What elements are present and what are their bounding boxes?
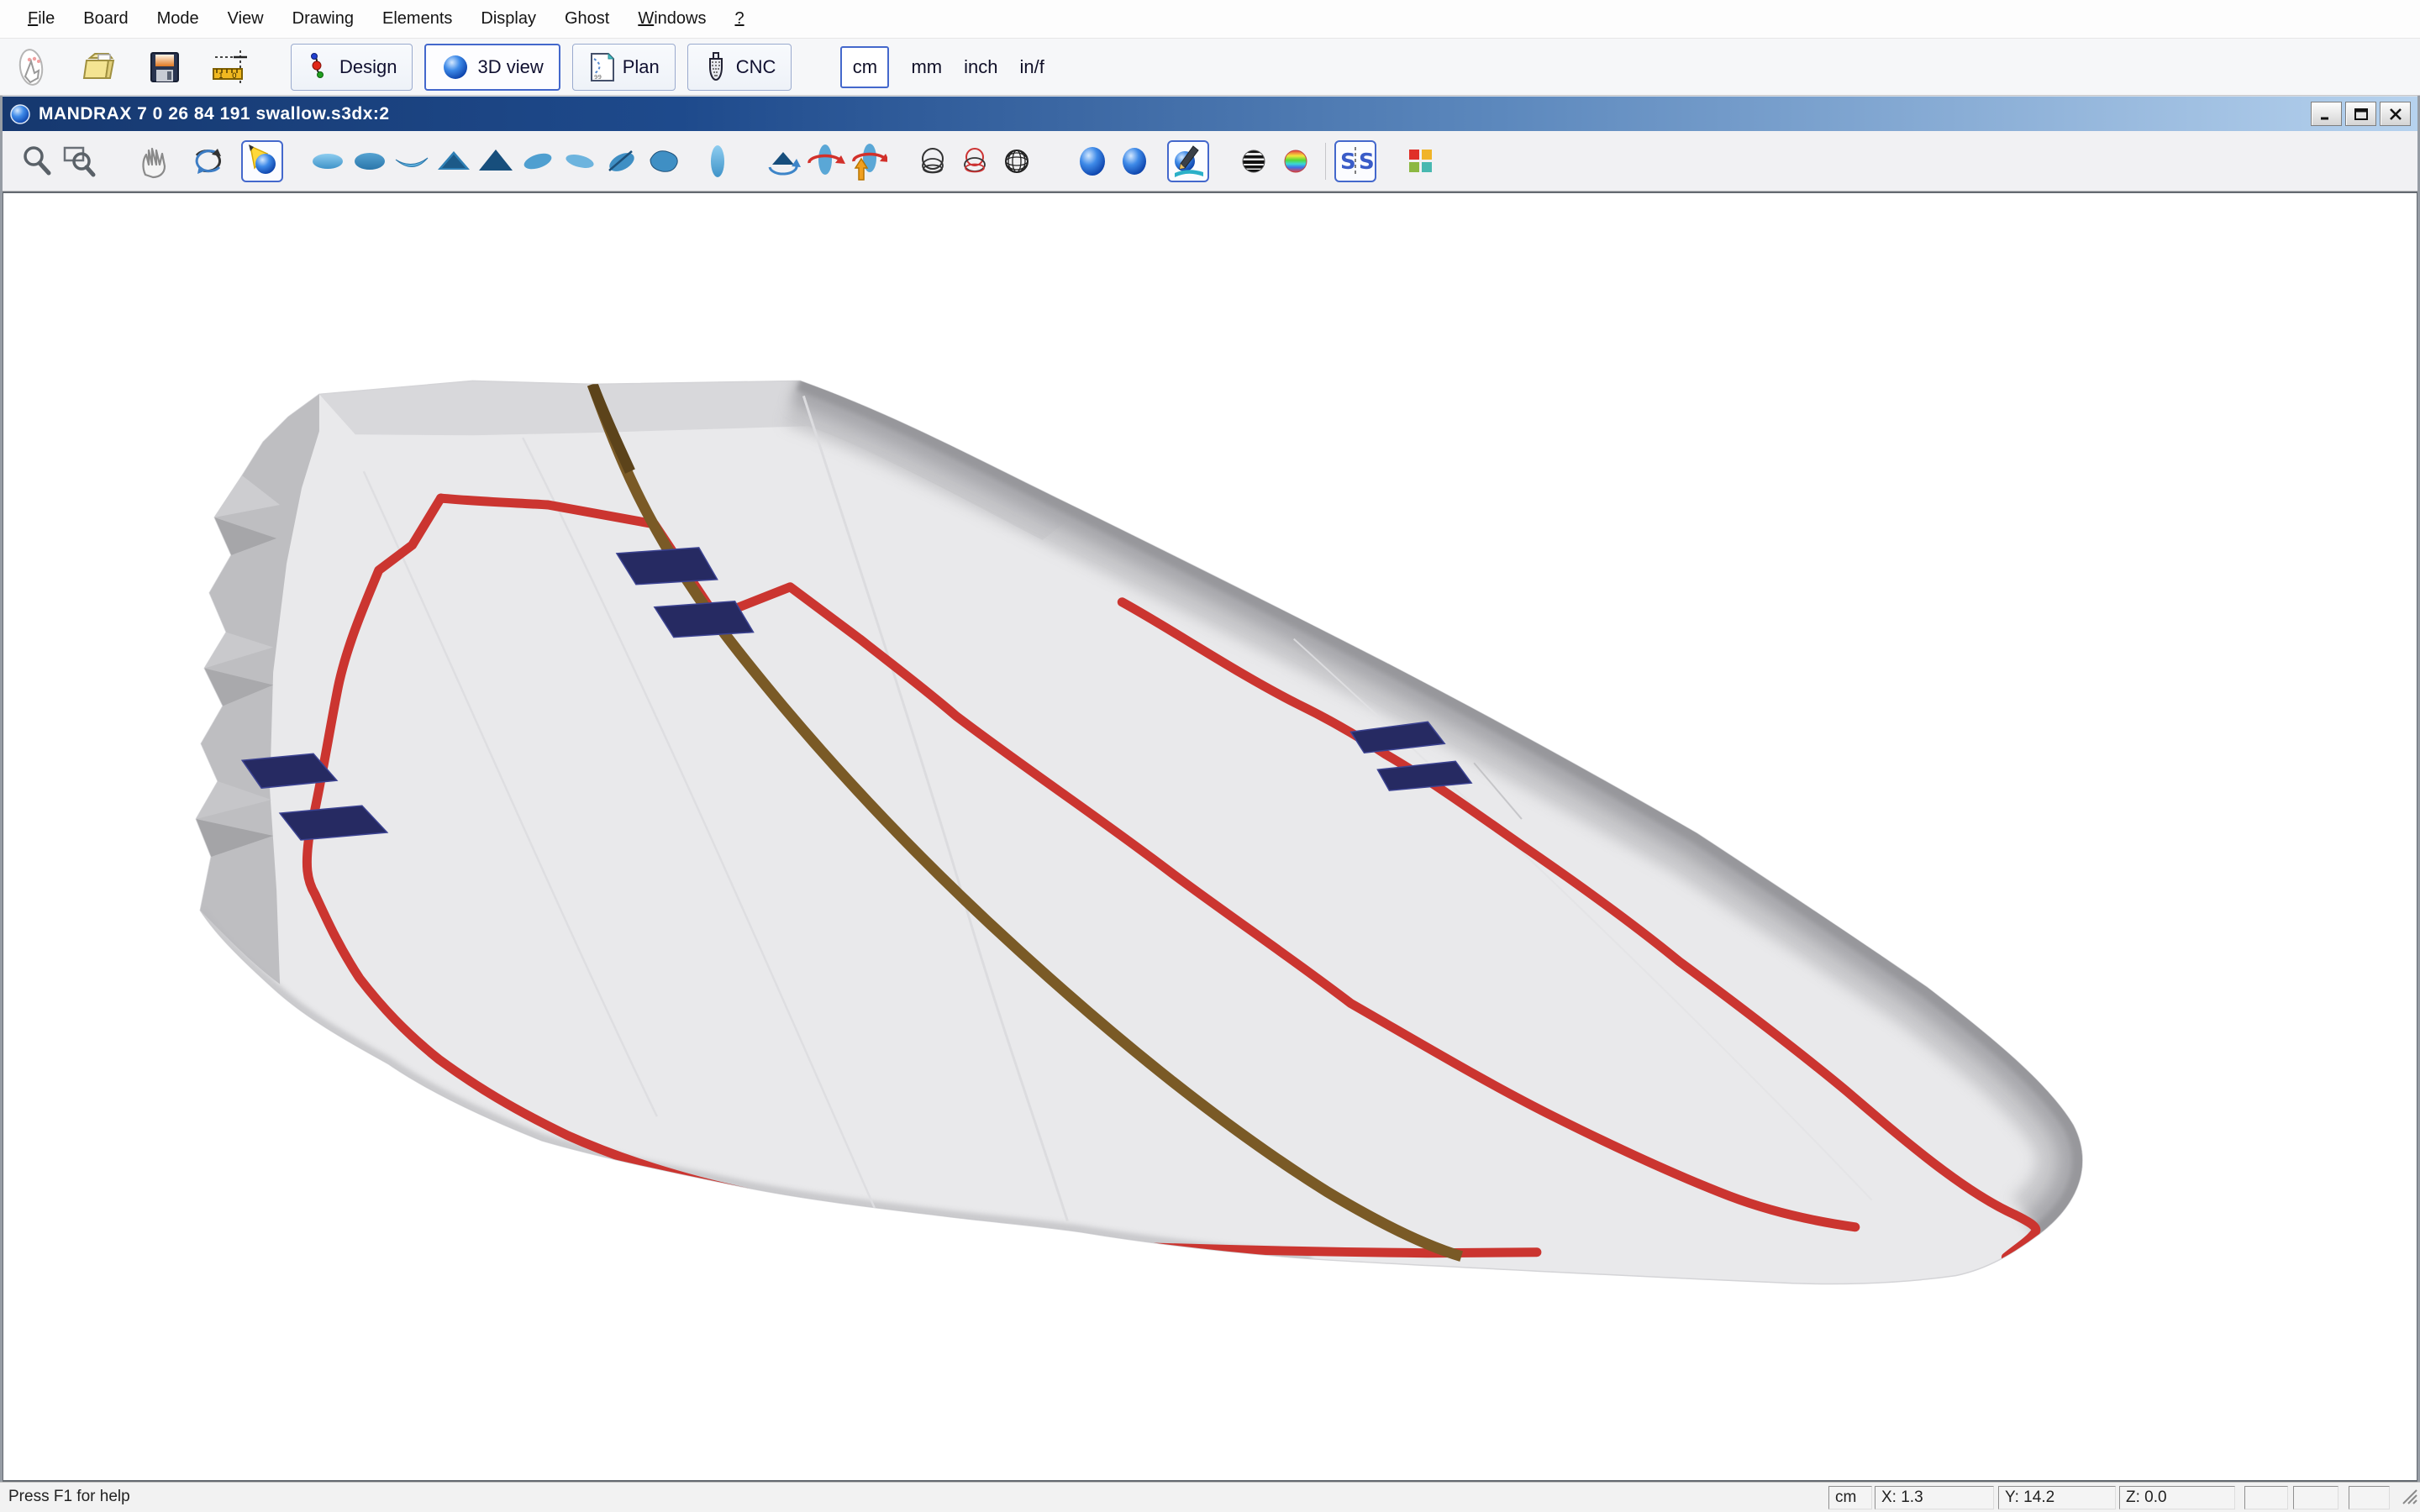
menu-windows[interactable]: Windows — [623, 9, 720, 29]
viewport-3d[interactable] — [3, 192, 2417, 1482]
status-empty-cell — [2349, 1486, 2390, 1509]
menu-view[interactable]: View — [213, 9, 278, 29]
view-toolbar: S S — [3, 131, 2417, 192]
svg-text:99: 99 — [594, 74, 602, 81]
pan-hand-icon[interactable] — [134, 140, 176, 182]
design-mode-button[interactable]: Design — [291, 44, 413, 91]
unit-cm-button[interactable]: cm — [840, 46, 889, 88]
status-y-coord: Y: 14.2 — [1998, 1486, 2116, 1509]
design-mode-label: Design — [339, 56, 397, 78]
status-x-coord: X: 1.3 — [1875, 1486, 1994, 1509]
menu-file[interactable]: File — [13, 9, 69, 29]
svg-text:S: S — [1340, 150, 1356, 175]
symmetry-icon[interactable]: S S — [1334, 140, 1376, 182]
rotate-flip-icon[interactable] — [762, 140, 804, 182]
view-top-icon[interactable] — [307, 140, 349, 182]
board-body — [196, 381, 2082, 1284]
close-button[interactable] — [2380, 102, 2411, 126]
wireframe-red-sphere-icon[interactable] — [954, 140, 996, 182]
status-z-coord: Z: 0.0 — [2119, 1486, 2235, 1509]
svg-text:1: 1 — [218, 72, 224, 81]
status-empty-cell — [2244, 1486, 2288, 1509]
menu-bar: File Board Mode View Drawing Elements Di… — [0, 0, 2420, 39]
status-help-text: Press F1 for help — [8, 1488, 130, 1506]
unit-inch-button[interactable]: inch — [964, 56, 997, 78]
view-perspective-2-icon[interactable] — [559, 140, 601, 182]
view-perspective-4-icon[interactable] — [643, 140, 685, 182]
new-board-icon[interactable] — [12, 45, 55, 89]
svg-text:0: 0 — [232, 72, 237, 81]
view-perspective-1-icon[interactable] — [517, 140, 559, 182]
main-toolbar: 1 0 Design — [0, 39, 2420, 96]
view3d-mode-label: 3D view — [477, 56, 543, 78]
menu-mode[interactable]: Mode — [143, 9, 213, 29]
plan-icon: 99 — [588, 52, 615, 82]
status-empty-cell — [2293, 1486, 2338, 1509]
status-bar: Press F1 for help cm X: 1.3 Y: 14.2 Z: 0… — [0, 1482, 2420, 1512]
menu-board[interactable]: Board — [69, 9, 142, 29]
view-side-icon[interactable] — [391, 140, 433, 182]
menu-display[interactable]: Display — [466, 9, 550, 29]
svg-text:S: S — [1359, 150, 1374, 175]
view-tail-icon[interactable] — [475, 140, 517, 182]
rotate-3d-icon[interactable] — [187, 140, 229, 182]
document-titlebar[interactable]: MANDRAX 7 0 26 84 191 swallow.s3dx:2 — [3, 96, 2417, 131]
unit-mm-button[interactable]: mm — [911, 56, 942, 78]
zoom-icon[interactable] — [16, 140, 58, 182]
rotate-board-up-icon[interactable] — [846, 140, 888, 182]
color-grid-icon[interactable] — [1400, 140, 1442, 182]
menu-help[interactable]: ? — [720, 9, 758, 29]
minimize-button[interactable] — [2311, 102, 2342, 126]
surfboard-3d-render — [3, 193, 2417, 1480]
view-front-icon[interactable] — [697, 140, 739, 182]
menu-ghost[interactable]: Ghost — [550, 9, 623, 29]
app-sphere-icon — [9, 103, 31, 125]
curvature-sphere-icon[interactable] — [1275, 140, 1317, 182]
unit-inf-button[interactable]: in/f — [1019, 56, 1044, 78]
shaded-sphere-2-icon[interactable] — [1113, 140, 1155, 182]
document-title: MANDRAX 7 0 26 84 191 swallow.s3dx:2 — [39, 104, 390, 124]
cnc-mode-label: CNC — [736, 56, 776, 78]
wireframe-sphere-icon[interactable] — [912, 140, 954, 182]
open-file-icon[interactable] — [77, 45, 121, 89]
sphere-3d-icon — [441, 53, 470, 81]
render-light-icon[interactable] — [241, 140, 283, 182]
resize-grip[interactable] — [2398, 1485, 2418, 1510]
menu-elements[interactable]: Elements — [368, 9, 466, 29]
view-bottom-icon[interactable] — [349, 140, 391, 182]
view3d-mode-button[interactable]: 3D view — [424, 44, 560, 91]
cnc-bit-icon — [703, 51, 729, 83]
toolbar-separator — [1325, 143, 1326, 180]
sandpaper-tool-icon[interactable] — [1167, 140, 1209, 182]
plan-mode-button[interactable]: 99 Plan — [572, 44, 676, 91]
plan-mode-label: Plan — [623, 56, 660, 78]
status-unit: cm — [1828, 1486, 1872, 1509]
rotate-board-icon[interactable] — [804, 140, 846, 182]
view-nose-icon[interactable] — [433, 140, 475, 182]
view-perspective-3-icon[interactable] — [601, 140, 643, 182]
zebra-sphere-icon[interactable] — [1233, 140, 1275, 182]
measurements-icon[interactable]: 1 0 — [208, 45, 252, 89]
document-window: MANDRAX 7 0 26 84 191 swallow.s3dx:2 — [0, 96, 2420, 1482]
mesh-sphere-icon[interactable] — [996, 140, 1038, 182]
zoom-window-icon[interactable] — [58, 140, 100, 182]
cnc-mode-button[interactable]: CNC — [687, 44, 792, 91]
save-icon[interactable] — [143, 45, 187, 89]
maximize-button[interactable] — [2345, 102, 2376, 126]
application-window: File Board Mode View Drawing Elements Di… — [0, 0, 2420, 1512]
shaded-sphere-icon[interactable] — [1071, 140, 1113, 182]
menu-drawing[interactable]: Drawing — [278, 9, 368, 29]
design-icon — [307, 52, 332, 82]
